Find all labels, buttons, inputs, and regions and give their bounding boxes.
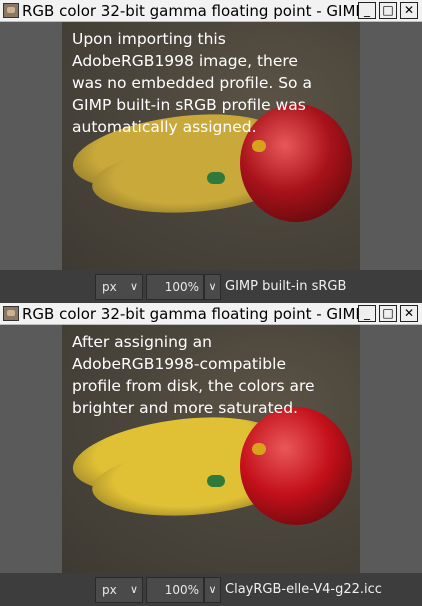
chevron-down-icon: ∨ [129, 583, 138, 596]
unit-value: px [102, 280, 117, 294]
zoom-dropdown-button[interactable]: ∨ [204, 274, 221, 300]
close-button[interactable]: ✕ [400, 305, 418, 322]
annotation-text: Upon importing this AdobeRGB1998 image, … [72, 30, 312, 136]
color-profile-label: ClayRGB-elle-V4-g22.icc [225, 582, 382, 597]
image-window-bottom: RGB color 32-bit gamma floating point - … [0, 303, 422, 606]
status-bar: px ∨ 100% ∨ ClayRGB-elle-V4-g22.icc [0, 573, 422, 606]
fruit-sticker [207, 475, 225, 487]
status-bar: px ∨ 100% ∨ GIMP built-in sRGB [0, 270, 422, 303]
maximize-button[interactable]: □ [379, 305, 397, 322]
image-window-top: RGB color 32-bit gamma floating point - … [0, 0, 422, 303]
unit-selector[interactable]: px ∨ [95, 577, 143, 603]
window-title: RGB color 32-bit gamma floating point - … [22, 2, 360, 20]
title-bar[interactable]: RGB color 32-bit gamma floating point - … [0, 0, 422, 22]
gimp-image-icon[interactable] [3, 306, 19, 321]
gimp-image-icon[interactable] [3, 3, 19, 18]
chevron-down-icon: ∨ [129, 280, 138, 293]
chevron-down-icon: ∨ [208, 280, 217, 293]
minimize-button[interactable]: _ [358, 2, 376, 19]
canvas-viewport[interactable]: After assigning an AdobeRGB1998-compatib… [0, 325, 422, 573]
unit-selector[interactable]: px ∨ [95, 274, 143, 300]
color-profile-label: GIMP built-in sRGB [225, 279, 347, 294]
chevron-down-icon: ∨ [208, 583, 217, 596]
window-title: RGB color 32-bit gamma floating point - … [22, 305, 360, 323]
unit-value: px [102, 583, 117, 597]
close-button[interactable]: ✕ [400, 2, 418, 19]
canvas-viewport[interactable]: Upon importing this AdobeRGB1998 image, … [0, 22, 422, 270]
fruit-sticker [252, 443, 266, 455]
minimize-button[interactable]: _ [358, 305, 376, 322]
zoom-input[interactable]: 100% [146, 274, 204, 300]
apple-shape [240, 407, 352, 525]
fruit-sticker [207, 172, 225, 184]
annotation-text: After assigning an AdobeRGB1998-compatib… [72, 333, 315, 417]
maximize-button[interactable]: □ [379, 2, 397, 19]
fruit-sticker [252, 140, 266, 152]
title-bar[interactable]: RGB color 32-bit gamma floating point - … [0, 303, 422, 325]
zoom-input[interactable]: 100% [146, 577, 204, 603]
zoom-dropdown-button[interactable]: ∨ [204, 577, 221, 603]
